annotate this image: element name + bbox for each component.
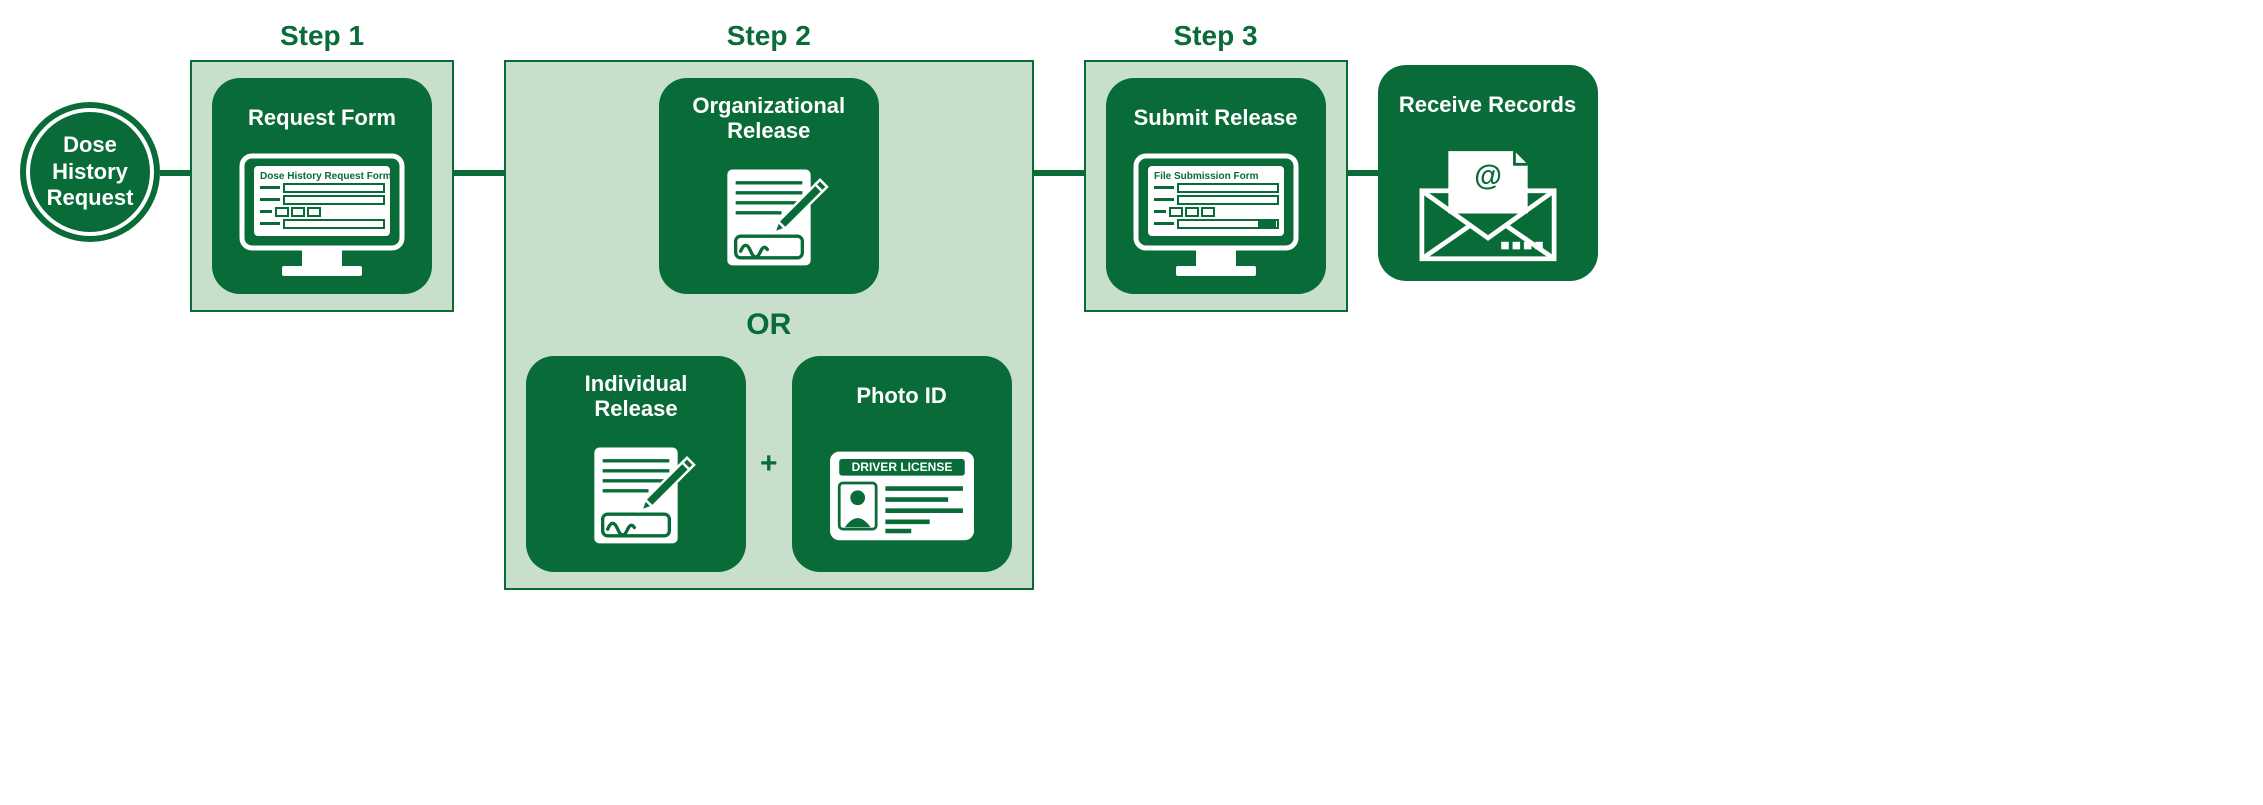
step-2-box: OrganizationalRelease (504, 60, 1034, 590)
document-pen-icon (679, 152, 859, 282)
step-1-container: Step 1 Request Form Dose History Request… (190, 20, 454, 312)
plus-label: + (760, 447, 778, 481)
step-2-container: Step 2 OrganizationalRelease (504, 20, 1034, 590)
document-pen-icon (546, 430, 726, 560)
svg-text:@: @ (1474, 160, 1502, 192)
submit-release-title: Submit Release (1134, 92, 1298, 144)
driver-license-icon: DRIVER LICENSE (812, 430, 992, 560)
connector (454, 170, 504, 176)
organizational-release-title: OrganizationalRelease (692, 92, 845, 144)
or-label: OR (746, 308, 791, 342)
dose-history-request-flow-diagram: Dose History Request Step 1 Request Form… (20, 20, 2243, 590)
step-1-box: Request Form Dose History Request Form (190, 60, 454, 312)
start-node: Dose History Request (20, 102, 160, 242)
form-title-text: Dose History Request Form (260, 171, 392, 182)
email-envelope-icon: @ (1398, 139, 1578, 269)
connector (1348, 170, 1378, 176)
photo-id-title: Photo ID (856, 370, 946, 422)
connector (1034, 170, 1084, 176)
receive-records-title: Receive Records (1399, 79, 1576, 131)
organizational-release-card: OrganizationalRelease (659, 78, 879, 294)
submit-form-title-text: File Submission Form (1154, 171, 1259, 182)
monitor-form-icon: File Submission Form (1126, 152, 1306, 282)
submit-release-card: Submit Release File Submission Form (1106, 78, 1326, 294)
receive-records-card: Receive Records @ (1378, 65, 1598, 281)
individual-release-title: IndividualRelease (585, 370, 688, 422)
step-2-label: Step 2 (727, 20, 811, 52)
start-label: Dose History Request (47, 132, 134, 211)
step-3-label: Step 3 (1174, 20, 1258, 52)
individual-row: IndividualRelease (526, 356, 1012, 572)
request-form-card: Request Form Dose History Request Form (212, 78, 432, 294)
individual-release-card: IndividualRelease (526, 356, 746, 572)
photo-id-card: Photo ID DRIVER LICENSE (792, 356, 1012, 572)
monitor-form-icon: Dose History Request Form (232, 152, 412, 282)
step-1-label: Step 1 (280, 20, 364, 52)
connector (160, 170, 190, 176)
step-3-container: Step 3 Submit Release File Submission Fo… (1084, 20, 1348, 312)
license-label-text: DRIVER LICENSE (851, 460, 952, 474)
request-form-title: Request Form (248, 92, 396, 144)
step-3-box: Submit Release File Submission Form (1084, 60, 1348, 312)
